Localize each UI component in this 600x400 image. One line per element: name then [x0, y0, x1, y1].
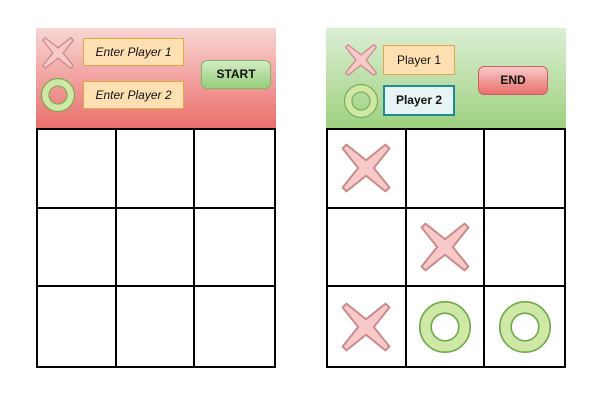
- board-cell[interactable]: [195, 209, 274, 288]
- board-cell[interactable]: [406, 208, 486, 288]
- board-cell[interactable]: [407, 287, 486, 366]
- setup-panel: Enter Player 1 Enter Player 2 START: [36, 28, 276, 368]
- o-mark-icon: [344, 84, 378, 118]
- board-cell[interactable]: [195, 287, 274, 366]
- board-cell[interactable]: [406, 130, 486, 209]
- board-cell[interactable]: [38, 130, 117, 209]
- board-cell[interactable]: [195, 130, 274, 209]
- player2-name-input[interactable]: Enter Player 2: [83, 81, 184, 109]
- board-cell[interactable]: [328, 208, 407, 288]
- start-button[interactable]: START: [201, 60, 271, 89]
- board-cell[interactable]: [485, 130, 564, 209]
- board-cell[interactable]: [485, 209, 564, 288]
- o-mark-icon: [41, 78, 75, 112]
- x-mark-icon: [340, 301, 392, 353]
- end-button[interactable]: END: [478, 66, 548, 95]
- player1-name-input[interactable]: Enter Player 1: [83, 38, 184, 66]
- setup-header: Enter Player 1 Enter Player 2 START: [36, 28, 276, 128]
- board-cell[interactable]: [328, 287, 407, 366]
- board-cell[interactable]: [485, 287, 564, 366]
- setup-game-board: [36, 128, 276, 368]
- o-mark-icon: [418, 300, 471, 353]
- board-cell[interactable]: [328, 130, 407, 209]
- x-mark-icon: [344, 43, 378, 77]
- board-cell[interactable]: [117, 287, 196, 366]
- x-mark-icon: [340, 142, 392, 194]
- board-cell[interactable]: [116, 208, 196, 288]
- board-cell[interactable]: [38, 208, 117, 288]
- x-mark-icon: [419, 221, 471, 273]
- player2-name-field[interactable]: Player 2: [383, 85, 455, 116]
- game-panel: Player 1 Player 2 END: [326, 28, 566, 368]
- player1-name-field[interactable]: Player 1: [383, 45, 455, 75]
- board-cell[interactable]: [38, 287, 117, 366]
- game-board: [326, 128, 566, 368]
- x-mark-icon: [41, 36, 75, 70]
- game-header: Player 1 Player 2 END: [326, 28, 566, 128]
- o-mark-icon: [498, 300, 551, 353]
- board-cell[interactable]: [116, 130, 196, 209]
